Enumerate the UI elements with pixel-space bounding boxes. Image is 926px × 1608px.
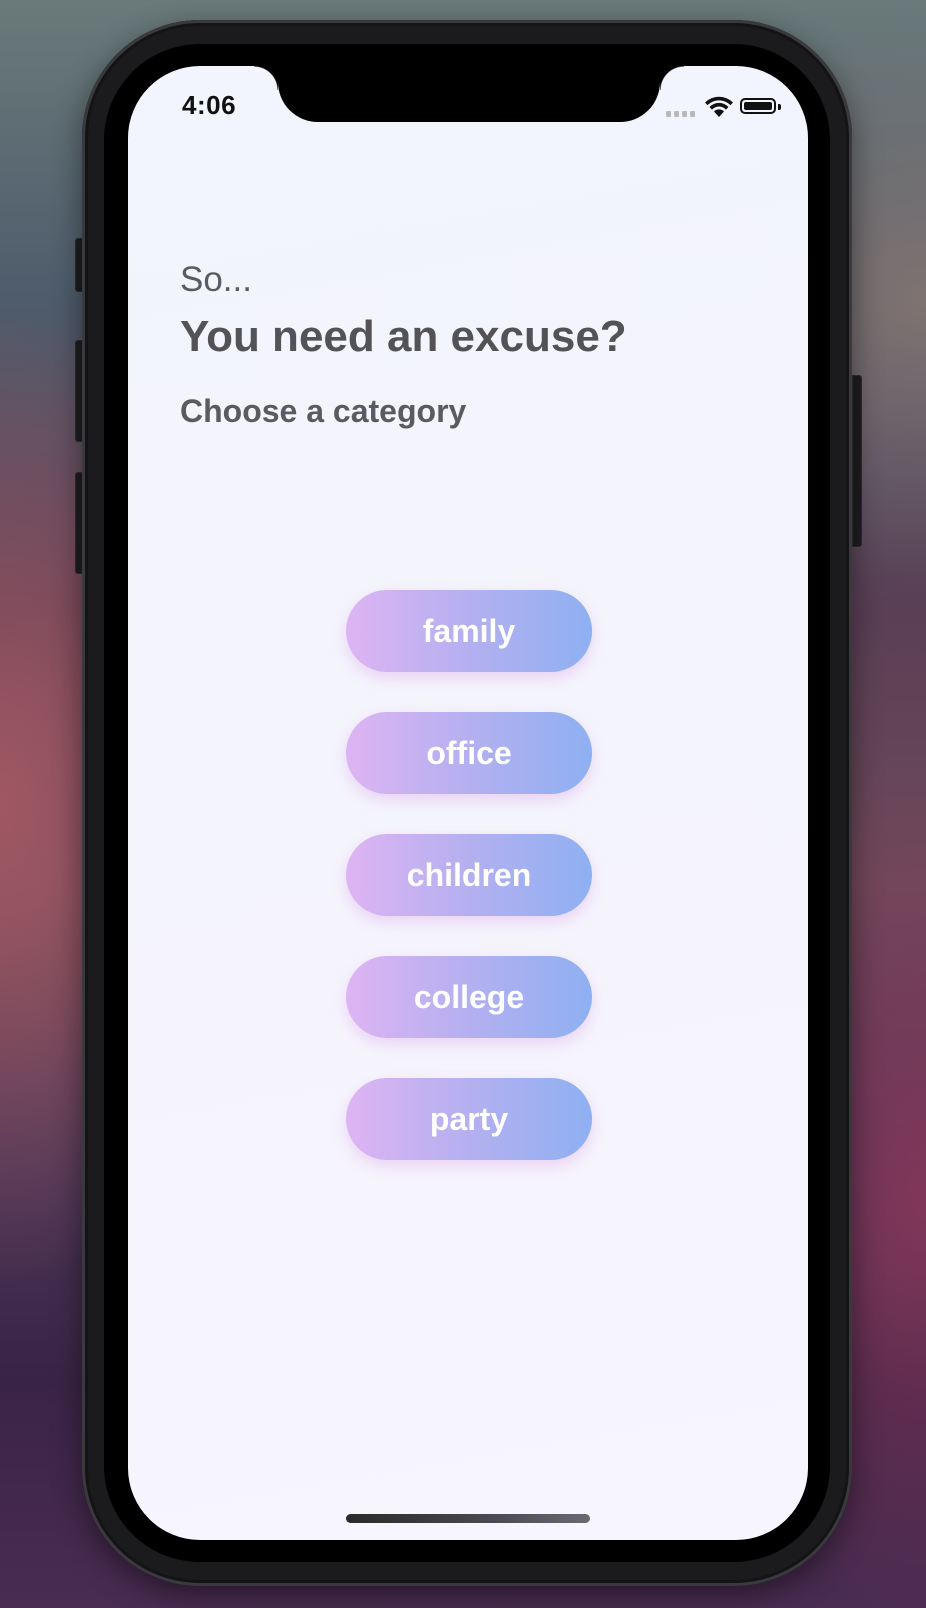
category-button-party[interactable]: party [346, 1078, 592, 1160]
category-button-children[interactable]: children [346, 834, 592, 916]
battery-level [744, 102, 772, 110]
notch [254, 66, 684, 122]
status-time: 4:06 [182, 90, 237, 120]
battery-tip [778, 104, 781, 110]
intro-section: So... You need an excuse? Choose a categ… [180, 262, 627, 427]
cellular-signal-icon [666, 111, 695, 117]
page-title: You need an excuse? [180, 312, 627, 361]
power-button [852, 375, 862, 547]
category-button-family[interactable]: family [346, 590, 592, 672]
category-prompt: Choose a category [180, 393, 467, 430]
category-button-office[interactable]: office [346, 712, 592, 794]
category-button-college[interactable]: college [346, 956, 592, 1038]
home-indicator[interactable] [346, 1514, 590, 1523]
intro-text: So... [180, 260, 252, 299]
app-screen: 4:06 So... You need an excuse? Choose a … [128, 66, 808, 1540]
battery-icon [740, 98, 776, 114]
wifi-icon [705, 96, 733, 117]
category-list: family office children college party [346, 590, 592, 1160]
